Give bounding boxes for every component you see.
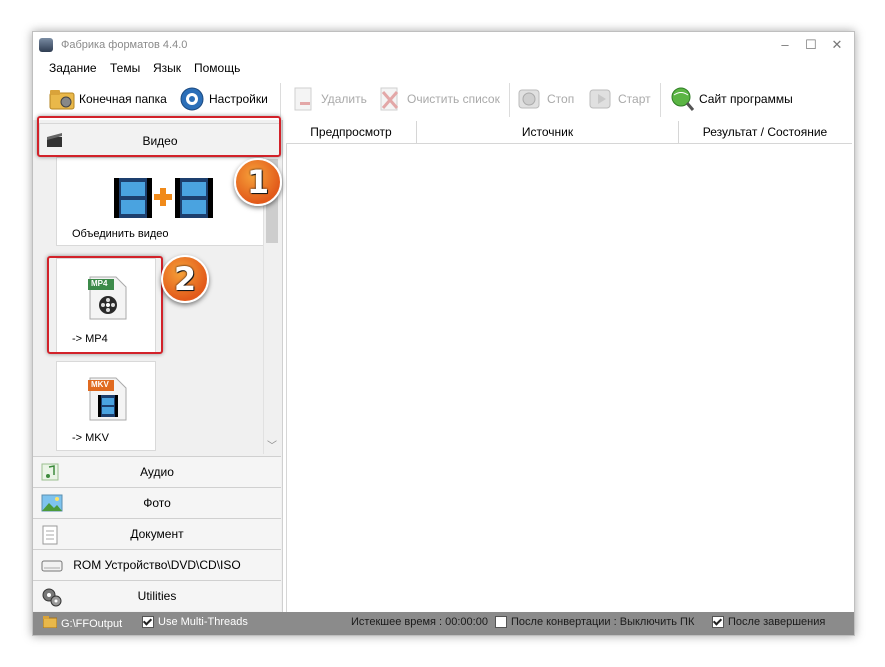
column-source[interactable]: Источник bbox=[417, 121, 679, 143]
minimize-button[interactable]: – bbox=[772, 36, 798, 54]
close-button[interactable]: ✕ bbox=[824, 36, 850, 54]
category-photo[interactable]: Фото bbox=[33, 487, 281, 518]
highlight-video-category bbox=[37, 116, 281, 157]
app-icon bbox=[39, 38, 53, 52]
checkbox-checked[interactable] bbox=[142, 616, 154, 628]
toolbar-separator bbox=[280, 83, 281, 117]
stop-button[interactable]: Стоп bbox=[517, 86, 574, 112]
highlight-mp4-tile bbox=[47, 256, 163, 354]
menu-help[interactable]: Помощь bbox=[194, 61, 240, 75]
window-title: Фабрика форматов 4.4.0 bbox=[61, 39, 188, 51]
menu-themes[interactable]: Темы bbox=[110, 61, 140, 75]
maximize-button[interactable]: ☐ bbox=[798, 36, 824, 54]
format-tile-merge[interactable]: Объединить видео bbox=[56, 157, 264, 246]
toolbar-separator bbox=[509, 83, 510, 117]
clear-list-button[interactable]: Очистить список bbox=[377, 86, 500, 112]
task-list[interactable] bbox=[286, 144, 853, 612]
folder-icon bbox=[42, 616, 58, 631]
chevron-down-icon[interactable]: ﹀ bbox=[267, 437, 277, 452]
start-button[interactable]: Старт bbox=[588, 86, 651, 112]
merge-video-icon bbox=[112, 176, 216, 223]
stop-icon bbox=[517, 86, 543, 112]
settings-button[interactable]: Настройки bbox=[179, 86, 268, 112]
category-utilities[interactable]: Utilities bbox=[33, 580, 281, 611]
checkbox-checked[interactable] bbox=[712, 616, 724, 628]
menu-language[interactable]: Язык bbox=[153, 61, 181, 75]
output-folder-button[interactable]: Конечная папка bbox=[49, 86, 167, 112]
website-button[interactable]: Сайт программы bbox=[669, 86, 793, 112]
elapsed-time: Истекшее время : 00:00:00 bbox=[351, 616, 488, 628]
step-badge-2: 2 bbox=[161, 255, 209, 303]
category-document[interactable]: Документ bbox=[33, 518, 281, 549]
status-bar: G:\FFOutput Use Multi-Threads Истекшее в… bbox=[33, 612, 854, 635]
toolbar: Конечная папка Настройки Удалить Очистит… bbox=[33, 80, 854, 120]
delete-button[interactable]: Удалить bbox=[291, 86, 367, 112]
delete-icon bbox=[291, 86, 317, 112]
checkbox-unchecked[interactable] bbox=[495, 616, 507, 628]
globe-search-icon bbox=[669, 86, 695, 112]
start-icon bbox=[588, 86, 614, 112]
title-bar: Фабрика форматов 4.4.0 – ☐ ✕ bbox=[33, 32, 854, 59]
multithreads-checkbox[interactable]: Use Multi-Threads bbox=[142, 616, 248, 628]
mkv-file-icon: MKV bbox=[86, 374, 130, 425]
column-result-status[interactable]: Результат / Состояние bbox=[679, 121, 851, 143]
category-rom[interactable]: ROM Устройство\DVD\CD\ISO bbox=[33, 549, 281, 580]
category-audio[interactable]: Аудио bbox=[33, 456, 281, 487]
menu-task[interactable]: Задание bbox=[49, 61, 97, 75]
after-convert-checkbox[interactable]: После конвертации : Выключить ПК bbox=[495, 616, 694, 628]
toolbar-separator bbox=[660, 83, 661, 117]
settings-icon bbox=[179, 86, 205, 112]
clear-list-icon bbox=[377, 86, 403, 112]
folder-icon bbox=[49, 86, 75, 112]
after-finish-checkbox[interactable]: После завершения bbox=[712, 616, 825, 628]
step-badge-1: 1 bbox=[234, 158, 282, 206]
task-table-header: Предпросмотр Источник Результат / Состоя… bbox=[286, 121, 852, 144]
output-path[interactable]: G:\FFOutput bbox=[42, 616, 122, 631]
column-preview[interactable]: Предпросмотр bbox=[286, 121, 417, 143]
format-tile-mkv[interactable]: MKV -> MKV bbox=[56, 361, 156, 451]
